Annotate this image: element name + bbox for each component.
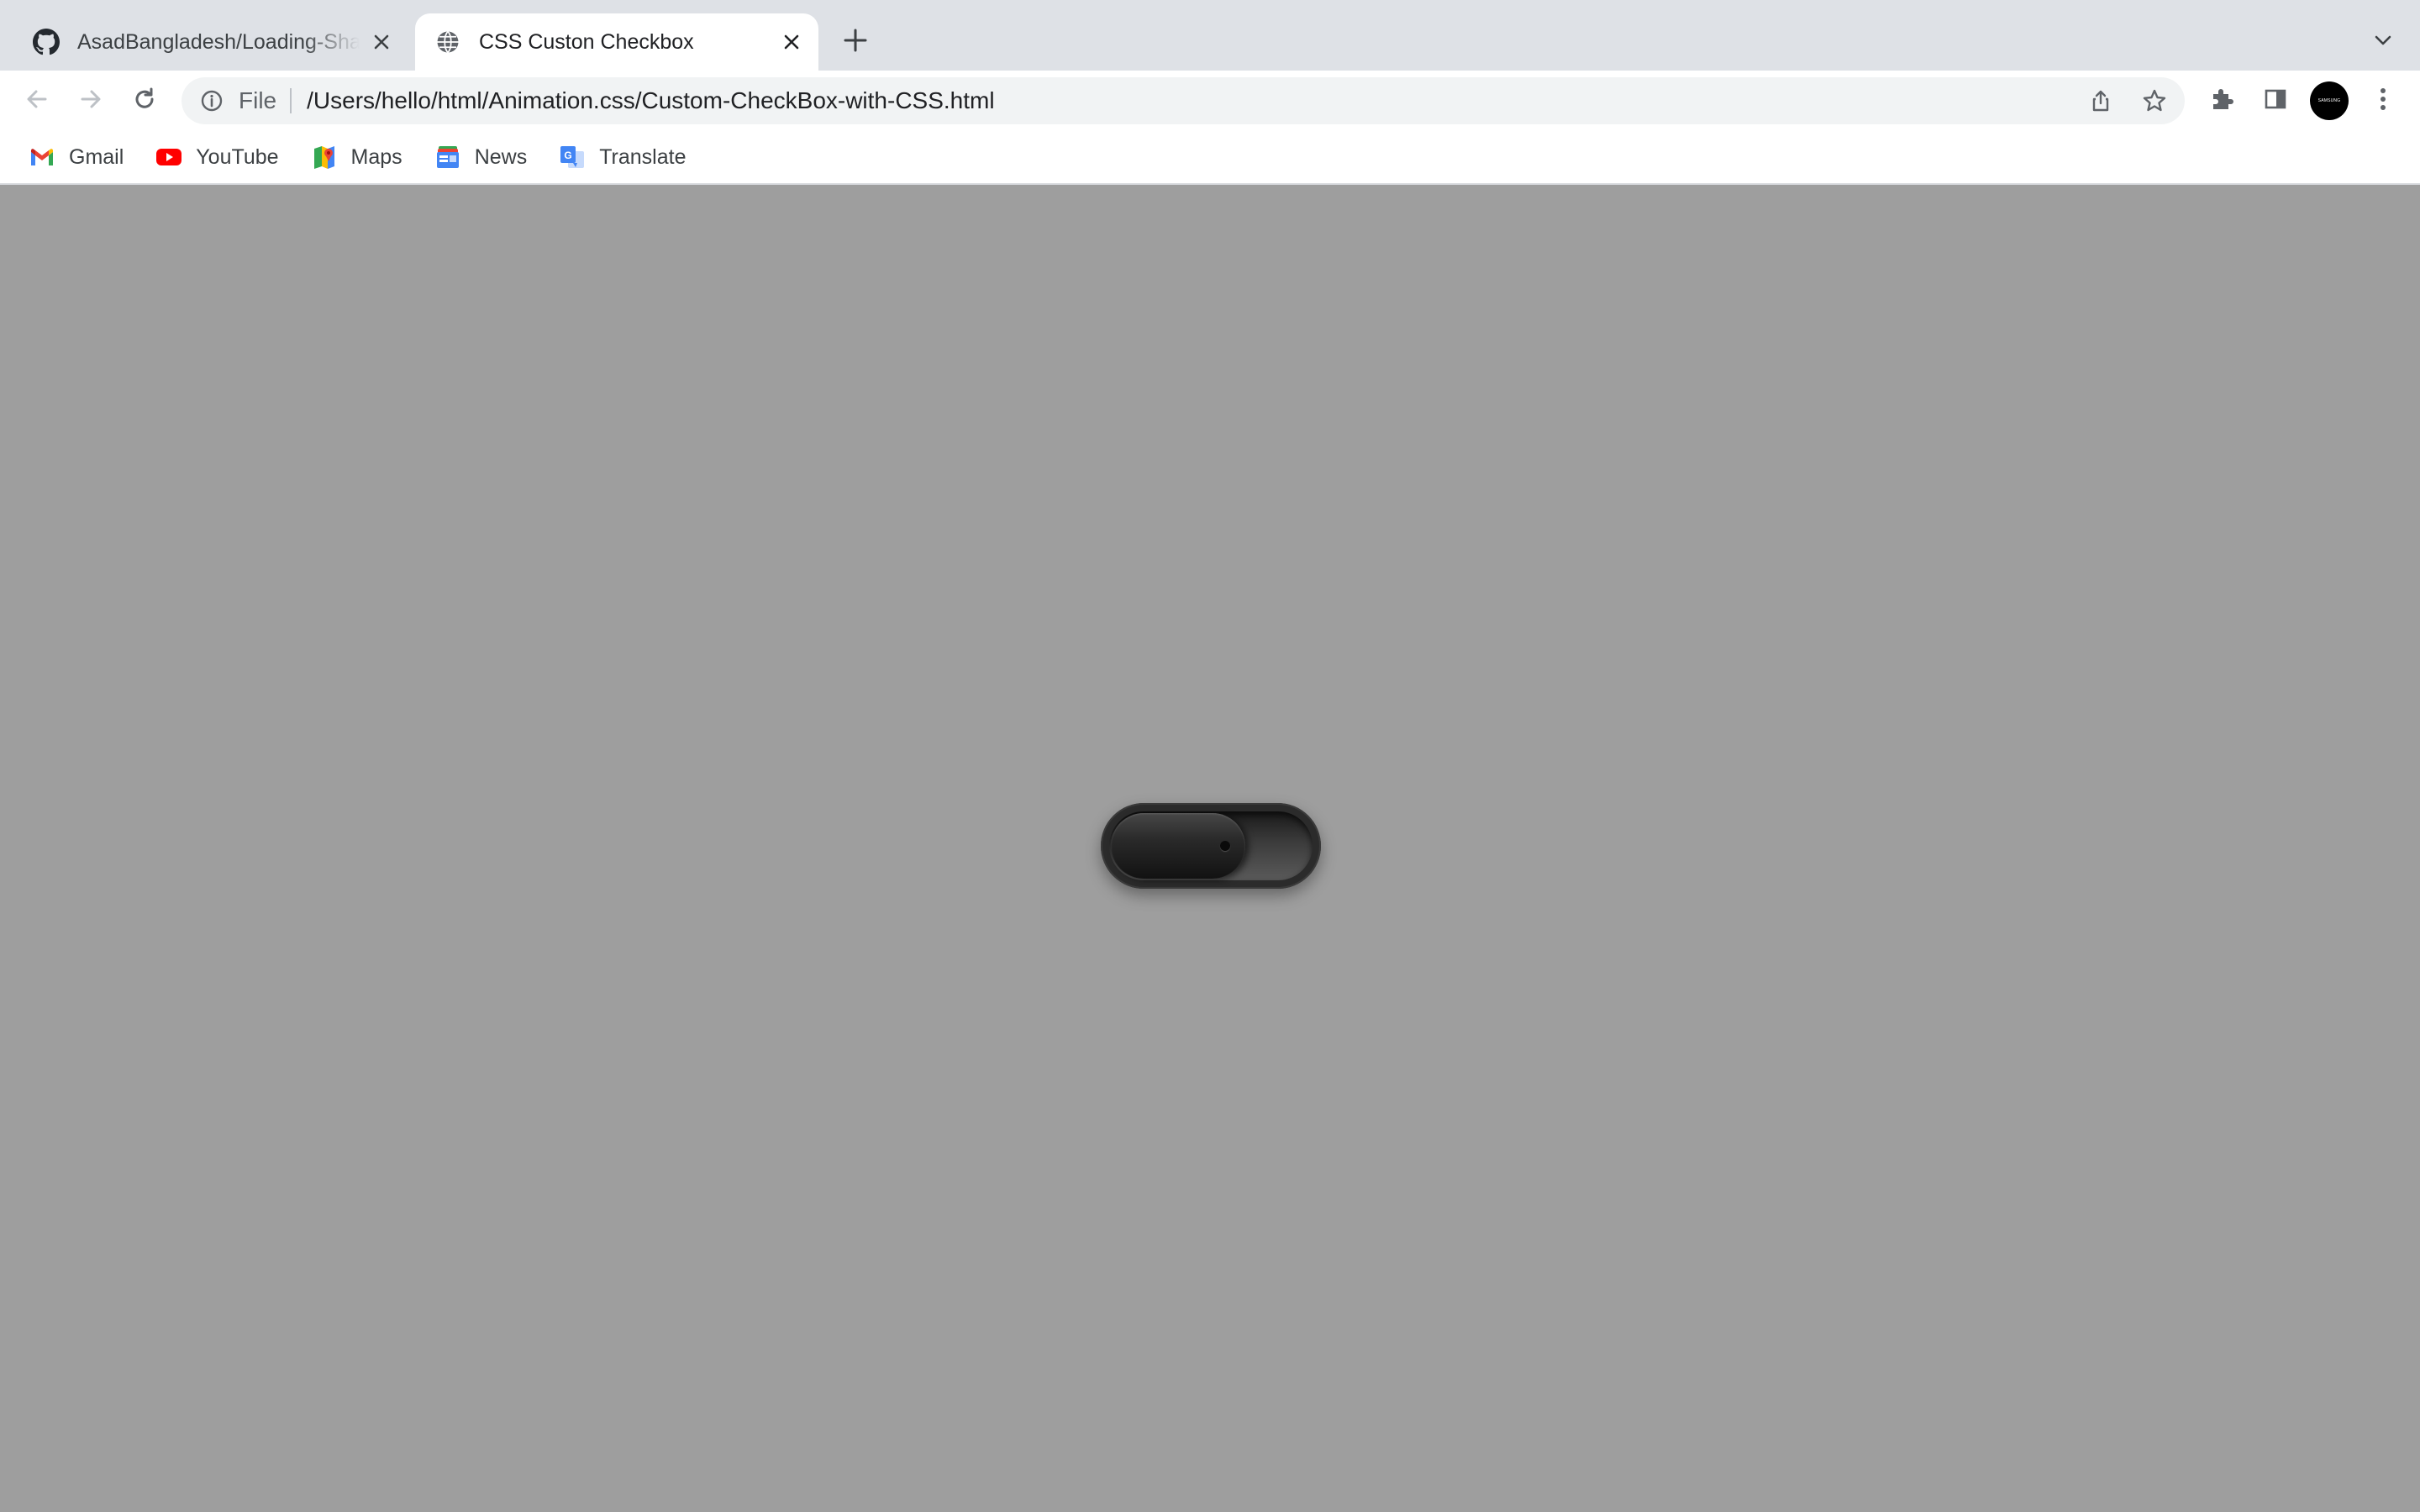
svg-text:G: G <box>565 150 572 161</box>
puzzle-icon <box>2208 86 2235 117</box>
toggle-indicator-dot <box>1220 841 1230 851</box>
maps-icon <box>311 144 338 171</box>
url-text[interactable]: /Users/hello/html/Animation.css/Custom-C… <box>307 87 2081 114</box>
news-icon <box>434 144 461 171</box>
tab-title: CSS Custon Checkbox <box>479 29 694 54</box>
youtube-icon <box>155 144 182 171</box>
bookmarks-bar: Gmail YouTube Maps News G Translate <box>0 131 2420 185</box>
bookmark-label: Translate <box>599 144 687 169</box>
address-bar[interactable]: File /Users/hello/html/Animation.css/Cus… <box>182 77 2185 124</box>
bookmark-label: YouTube <box>196 144 279 169</box>
arrow-left-icon <box>24 86 50 117</box>
tab-title: AsadBangladesh/Loading-Shadow <box>77 29 360 54</box>
toolbar: File /Users/hello/html/Animation.css/Cus… <box>0 71 2420 131</box>
bookmark-star-icon[interactable] <box>2134 81 2175 121</box>
extensions-button[interactable] <box>2200 79 2244 123</box>
gmail-icon <box>29 144 55 171</box>
translate-icon: G <box>559 144 586 171</box>
share-icon[interactable] <box>2081 81 2121 121</box>
tab-custom-checkbox[interactable]: CSS Custon Checkbox <box>415 13 818 71</box>
tab-search-button[interactable] <box>2365 24 2402 60</box>
side-panel-button[interactable] <box>2254 79 2297 123</box>
toggle-knob[interactable] <box>1111 813 1245 879</box>
close-icon[interactable] <box>776 27 807 57</box>
browser-window: AsadBangladesh/Loading-Shadow CSS Custon… <box>0 0 2420 1512</box>
bookmark-label: Maps <box>350 144 402 169</box>
arrow-right-icon <box>77 86 104 117</box>
tab-strip: AsadBangladesh/Loading-Shadow CSS Custon… <box>0 0 2420 71</box>
reload-button[interactable] <box>123 79 166 123</box>
forward-button[interactable] <box>69 79 113 123</box>
divider <box>290 88 292 113</box>
side-panel-icon <box>2263 87 2288 116</box>
new-tab-button[interactable] <box>837 24 874 60</box>
reload-icon <box>131 86 158 117</box>
bookmark-news[interactable]: News <box>429 137 533 177</box>
menu-button[interactable] <box>2361 79 2405 123</box>
globe-icon <box>434 28 462 56</box>
profile-button[interactable]: SAMSUNG <box>2307 79 2351 123</box>
page-content <box>0 185 2420 1512</box>
chevron-down-icon <box>2373 30 2393 55</box>
bookmark-label: News <box>474 144 528 169</box>
github-icon <box>32 28 60 56</box>
custom-checkbox-toggle[interactable] <box>1101 803 1321 889</box>
plus-icon <box>843 28 868 57</box>
url-scheme-label: File <box>239 87 277 113</box>
avatar: SAMSUNG <box>2310 81 2349 120</box>
close-icon[interactable] <box>366 27 397 57</box>
bookmark-label: Gmail <box>69 144 124 169</box>
bookmark-translate[interactable]: G Translate <box>554 137 691 177</box>
bookmark-maps[interactable]: Maps <box>306 137 408 177</box>
tab-github[interactable]: AsadBangladesh/Loading-Shadow <box>13 13 408 71</box>
bookmark-youtube[interactable]: YouTube <box>150 137 283 177</box>
bookmark-gmail[interactable]: Gmail <box>24 137 129 177</box>
more-vert-icon <box>2378 86 2388 117</box>
info-icon[interactable] <box>197 86 227 116</box>
back-button[interactable] <box>15 79 59 123</box>
